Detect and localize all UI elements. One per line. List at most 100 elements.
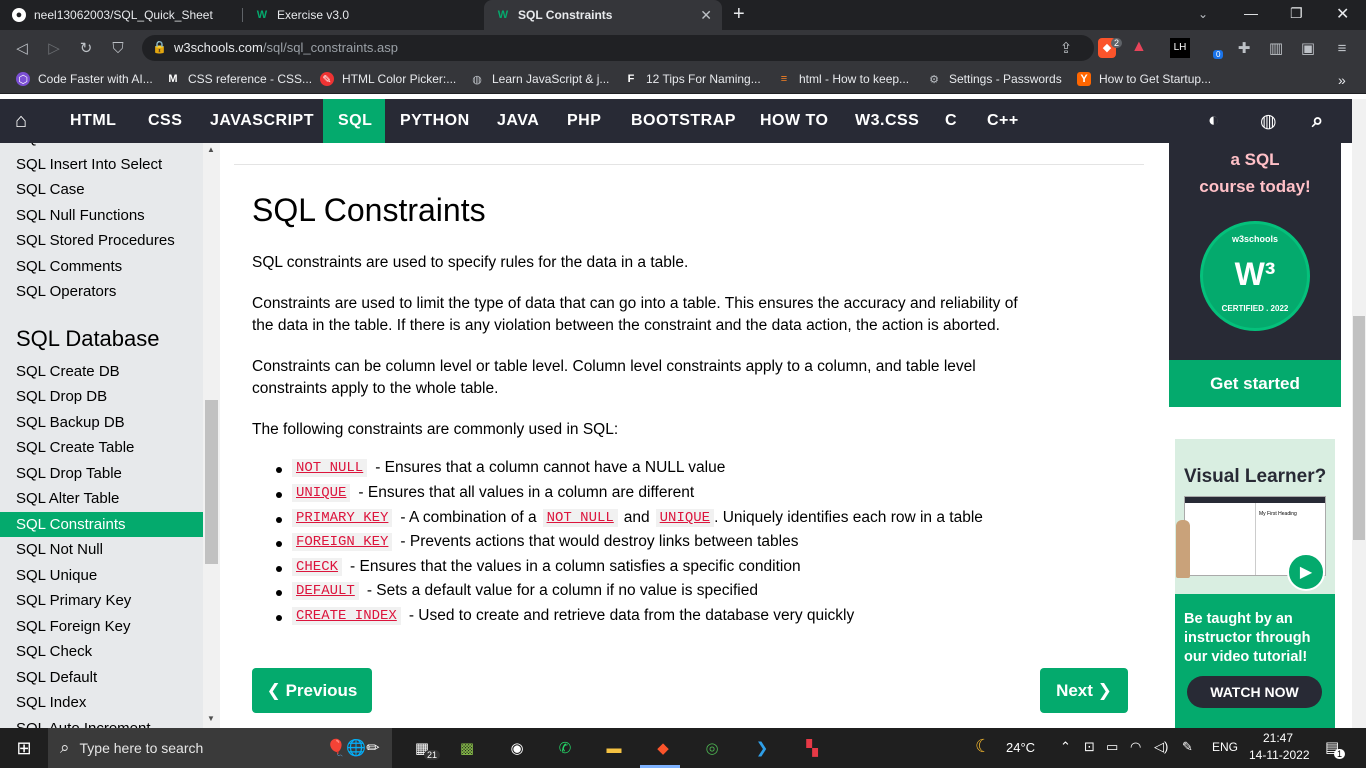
- play-icon[interactable]: ▶: [1287, 553, 1325, 591]
- code-link[interactable]: DEFAULT: [292, 582, 359, 600]
- sidebar-item[interactable]: SQL Alter Table: [0, 486, 203, 511]
- minimize-icon[interactable]: —: [1244, 5, 1258, 21]
- brave-icon[interactable]: ◆: [651, 736, 675, 760]
- tab-sql-constraints[interactable]: W SQL Constraints ✕: [484, 0, 722, 30]
- sidebar-icon[interactable]: ▥: [1266, 38, 1286, 58]
- code-link[interactable]: CREATE INDEX: [292, 607, 401, 625]
- bookmark-item[interactable]: ⚙ Settings - Passwords: [927, 72, 1062, 86]
- pen-icon[interactable]: ✎: [1182, 739, 1193, 755]
- tab-exercise[interactable]: W Exercise v3.0: [243, 0, 483, 30]
- chrome-icon[interactable]: ◎: [700, 736, 724, 760]
- clock-date[interactable]: 14-11-2022: [1249, 748, 1310, 762]
- tray-chevron-icon[interactable]: ⌃: [1060, 739, 1071, 755]
- watch-now-button[interactable]: WATCH NOW: [1187, 676, 1322, 708]
- sidebar-item[interactable]: SQL Check: [0, 639, 203, 664]
- close-window-icon[interactable]: ✕: [1336, 4, 1349, 24]
- sidebar-item[interactable]: SQL Create DB: [0, 359, 203, 384]
- wifi-icon[interactable]: ◠: [1130, 739, 1141, 755]
- wallet-icon[interactable]: ▣: [1298, 38, 1318, 58]
- globe-icon[interactable]: ◍: [1260, 99, 1277, 143]
- tab-search-icon[interactable]: ⌄: [1198, 7, 1208, 21]
- sidebar-item[interactable]: SQL Operators: [0, 279, 203, 304]
- sidebar-item[interactable]: SQL Index: [0, 690, 203, 715]
- sidebar-item[interactable]: SQL Insert Into Select: [0, 152, 203, 177]
- dark-mode-icon[interactable]: ◐: [1208, 99, 1220, 143]
- sidebar-item[interactable]: SQL Unique: [0, 563, 203, 588]
- brave-rewards-icon[interactable]: ▲: [1131, 38, 1147, 56]
- app-grid-icon[interactable]: ▚: [800, 736, 824, 760]
- sidebar-scroll-thumb[interactable]: [205, 400, 218, 564]
- weather-temp[interactable]: 24°C: [1006, 740, 1035, 755]
- sidebar-item[interactable]: SQL Not Null: [0, 537, 203, 562]
- volume-icon[interactable]: ◁): [1154, 739, 1168, 755]
- nav-c[interactable]: C: [945, 99, 957, 143]
- search-icon[interactable]: ⌕: [1312, 99, 1324, 143]
- bookmark-item[interactable]: ◍ Learn JavaScript & j...: [470, 72, 609, 86]
- sidebar-item[interactable]: SQL Primary Key: [0, 588, 203, 613]
- close-tab-icon[interactable]: ✕: [700, 7, 712, 24]
- sidebar-item[interactable]: SQL Case: [0, 177, 203, 202]
- sidebar-item[interactable]: SQL Stored Procedures: [0, 228, 203, 253]
- bookmark-item[interactable]: Y How to Get Startup...: [1077, 72, 1211, 86]
- obs-icon[interactable]: ◉: [505, 736, 529, 760]
- code-link[interactable]: UNIQUE: [292, 484, 351, 502]
- windows-start-icon[interactable]: ⊞: [12, 736, 36, 760]
- page-scroll-thumb[interactable]: [1353, 316, 1365, 540]
- sidebar-item[interactable]: SQL Select Into: [0, 143, 203, 151]
- tray-app-icon[interactable]: ⊡: [1084, 739, 1095, 755]
- home-icon[interactable]: ⌂: [15, 99, 28, 143]
- sidebar-item[interactable]: SQL Create Table: [0, 435, 203, 460]
- forward-icon[interactable]: ▷: [44, 38, 64, 58]
- nav-java[interactable]: JAVA: [497, 99, 539, 143]
- whatsapp-icon[interactable]: ✆: [553, 736, 577, 760]
- tab-github[interactable]: ● neel13062003/SQL_Quick_Sheet: [0, 0, 242, 30]
- bookmark-item[interactable]: ✎ HTML Color Picker:...: [320, 72, 456, 86]
- vscode-icon[interactable]: ❯: [750, 736, 774, 760]
- share-icon[interactable]: ⇪: [1056, 38, 1076, 58]
- nav-bootstrap[interactable]: BOOTSTRAP: [631, 99, 736, 143]
- url-text[interactable]: w3schools.com/sql/sql_constraints.asp: [174, 40, 398, 55]
- bookmark-item[interactable]: F 12 Tips For Naming...: [624, 72, 761, 86]
- sidebar-item[interactable]: SQL Comments: [0, 254, 203, 279]
- bookmarks-overflow[interactable]: »: [1338, 72, 1346, 88]
- weather-icon[interactable]: ☾: [975, 736, 991, 757]
- sidebar-item[interactable]: SQL Auto Increment: [0, 716, 203, 728]
- profile-extension[interactable]: LH: [1170, 38, 1190, 58]
- nav-cpp[interactable]: C++: [987, 99, 1019, 143]
- bookmark-icon[interactable]: ⛉: [108, 38, 128, 58]
- scroll-up-icon[interactable]: ▲: [207, 145, 215, 154]
- nav-javascript[interactable]: JAVASCRIPT: [210, 99, 314, 143]
- back-icon[interactable]: ◁: [12, 38, 32, 58]
- nav-howto[interactable]: HOW TO: [760, 99, 828, 143]
- previous-button[interactable]: ❮ Previous: [252, 668, 372, 713]
- restore-icon[interactable]: ❐: [1290, 5, 1303, 22]
- nav-html[interactable]: HTML: [70, 99, 116, 143]
- bookmark-item[interactable]: ≡ html - How to keep...: [777, 72, 909, 86]
- nav-w3css[interactable]: W3.CSS: [855, 99, 919, 143]
- file-explorer-icon[interactable]: ▬: [602, 736, 626, 760]
- get-started-button[interactable]: Get started: [1169, 360, 1341, 407]
- sidebar-item[interactable]: SQL Drop DB: [0, 384, 203, 409]
- extensions-icon[interactable]: ✚: [1234, 38, 1254, 58]
- next-button[interactable]: Next ❯: [1040, 668, 1128, 713]
- reload-icon[interactable]: ↻: [76, 38, 96, 58]
- code-link[interactable]: FOREIGN KEY: [292, 533, 393, 551]
- sidebar-item[interactable]: SQL Default: [0, 665, 203, 690]
- language-indicator[interactable]: ENG: [1212, 740, 1238, 754]
- nav-php[interactable]: PHP: [567, 99, 601, 143]
- code-link[interactable]: CHECK: [292, 558, 343, 576]
- sidebar-item-active[interactable]: SQL Constraints: [0, 512, 203, 537]
- nav-css[interactable]: CSS: [148, 99, 182, 143]
- nav-python[interactable]: PYTHON: [400, 99, 470, 143]
- clock-time[interactable]: 21:47: [1263, 731, 1293, 745]
- menu-icon[interactable]: ≡: [1332, 38, 1352, 58]
- battery-icon[interactable]: ▭: [1106, 739, 1118, 755]
- sidebar-item[interactable]: SQL Drop Table: [0, 461, 203, 486]
- code-link[interactable]: PRIMARY KEY: [292, 509, 393, 527]
- sidebar-item[interactable]: SQL Foreign Key: [0, 614, 203, 639]
- code-link[interactable]: NOT NULL: [292, 459, 368, 477]
- new-tab-button[interactable]: +: [733, 3, 745, 26]
- sidebar-item[interactable]: SQL Backup DB: [0, 410, 203, 435]
- bookmark-item[interactable]: M CSS reference - CSS...: [166, 72, 312, 86]
- nav-sql[interactable]: SQL: [323, 99, 385, 143]
